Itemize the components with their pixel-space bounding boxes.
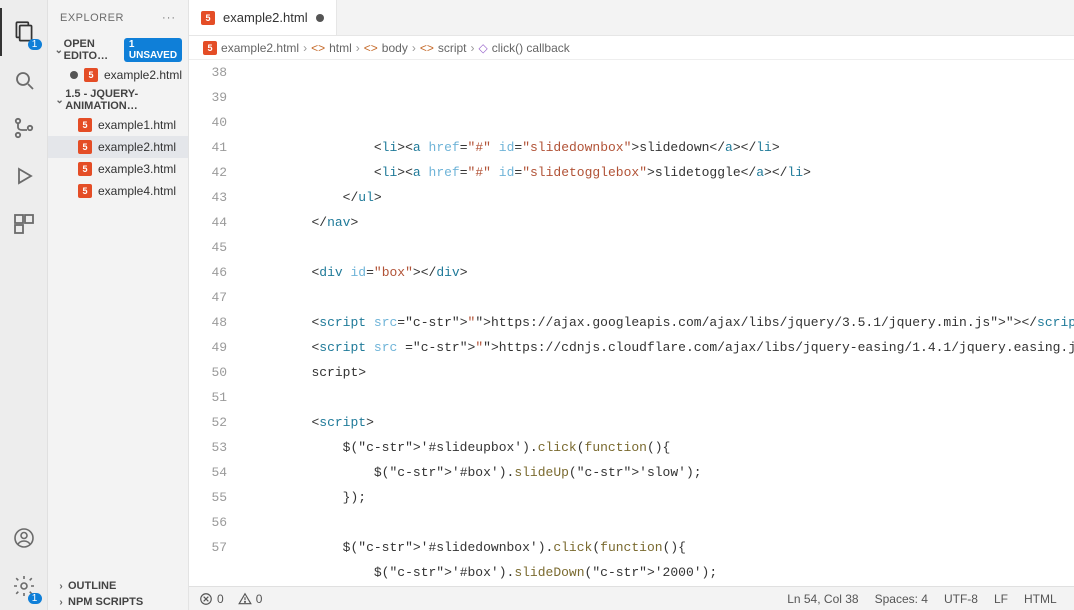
cursor-position[interactable]: Ln 54, Col 38 [787,592,858,606]
encoding[interactable]: UTF-8 [944,592,978,606]
symbol-icon: ◇ [479,41,488,55]
explorer-badge: 1 [28,39,42,50]
run-debug-icon[interactable] [0,152,48,200]
tab-bar: 5 example2.html ··· [189,0,1074,36]
chevron-down-icon: ⌄ [54,45,64,56]
chevron-right-icon: › [54,597,68,608]
explorer-icon[interactable]: 1 [0,8,48,56]
language-mode[interactable]: HTML [1024,592,1057,606]
code[interactable]: <li><a href="#" id="slidedownbox">slided… [245,60,1074,586]
warnings-icon[interactable]: 0 [238,592,263,606]
dirty-dot-icon [70,71,78,79]
npm-scripts-header[interactable]: › NPM SCRIPTS [48,594,188,610]
extensions-icon[interactable] [0,200,48,248]
tab-example2[interactable]: 5 example2.html [189,0,337,35]
html-file-icon: 5 [78,184,92,198]
symbol-icon: <> [311,41,325,55]
folder-header[interactable]: ⌄ 1.5 - JQUERY-ANIMATION… [48,86,188,114]
breadcrumbs[interactable]: 5 example2.html › <> html › <> body › <>… [189,36,1074,60]
gutter: 3839404142434445464748495051525354555657 [189,60,245,586]
sidebar-title: EXPLORER [60,12,124,24]
status-bar: 0 0 Ln 54, Col 38 Spaces: 4 UTF-8 LF HTM… [189,586,1074,610]
html-file-icon: 5 [84,68,98,82]
open-editor-item[interactable]: 5 example2.html [48,64,188,86]
symbol-icon: <> [364,41,378,55]
settings-badge: 1 [28,593,42,604]
html-file-icon: 5 [203,41,217,55]
account-icon[interactable] [0,514,48,562]
editor-body[interactable]: 3839404142434445464748495051525354555657… [189,60,1074,586]
file-item[interactable]: 5 example1.html [48,114,188,136]
sidebar-more-icon[interactable]: ··· [162,12,176,24]
html-file-icon: 5 [201,11,215,25]
errors-icon[interactable]: 0 [199,592,224,606]
html-file-icon: 5 [78,162,92,176]
file-item[interactable]: 5 example4.html [48,180,188,202]
chevron-down-icon: ⌄ [54,95,65,106]
dirty-dot-icon [316,14,324,22]
activity-bar: 1 1 [0,0,48,610]
indent-setting[interactable]: Spaces: 4 [875,592,928,606]
symbol-icon: <> [420,41,434,55]
file-item[interactable]: 5 example2.html [48,136,188,158]
unsaved-badge: 1 UNSAVED [124,38,182,62]
html-file-icon: 5 [78,140,92,154]
chevron-right-icon: › [54,581,68,592]
html-file-icon: 5 [78,118,92,132]
sidebar: EXPLORER ··· ⌄ OPEN EDITO… 1 UNSAVED 5 e… [48,0,189,610]
search-icon[interactable] [0,56,48,104]
outline-header[interactable]: › OUTLINE [48,578,188,594]
source-control-icon[interactable] [0,104,48,152]
eol[interactable]: LF [994,592,1008,606]
editor-area: 5 example2.html ··· 5 example2.html › <>… [189,0,1074,610]
file-item[interactable]: 5 example3.html [48,158,188,180]
settings-gear-icon[interactable]: 1 [0,562,48,610]
open-editors-header[interactable]: ⌄ OPEN EDITO… 1 UNSAVED [48,36,188,64]
